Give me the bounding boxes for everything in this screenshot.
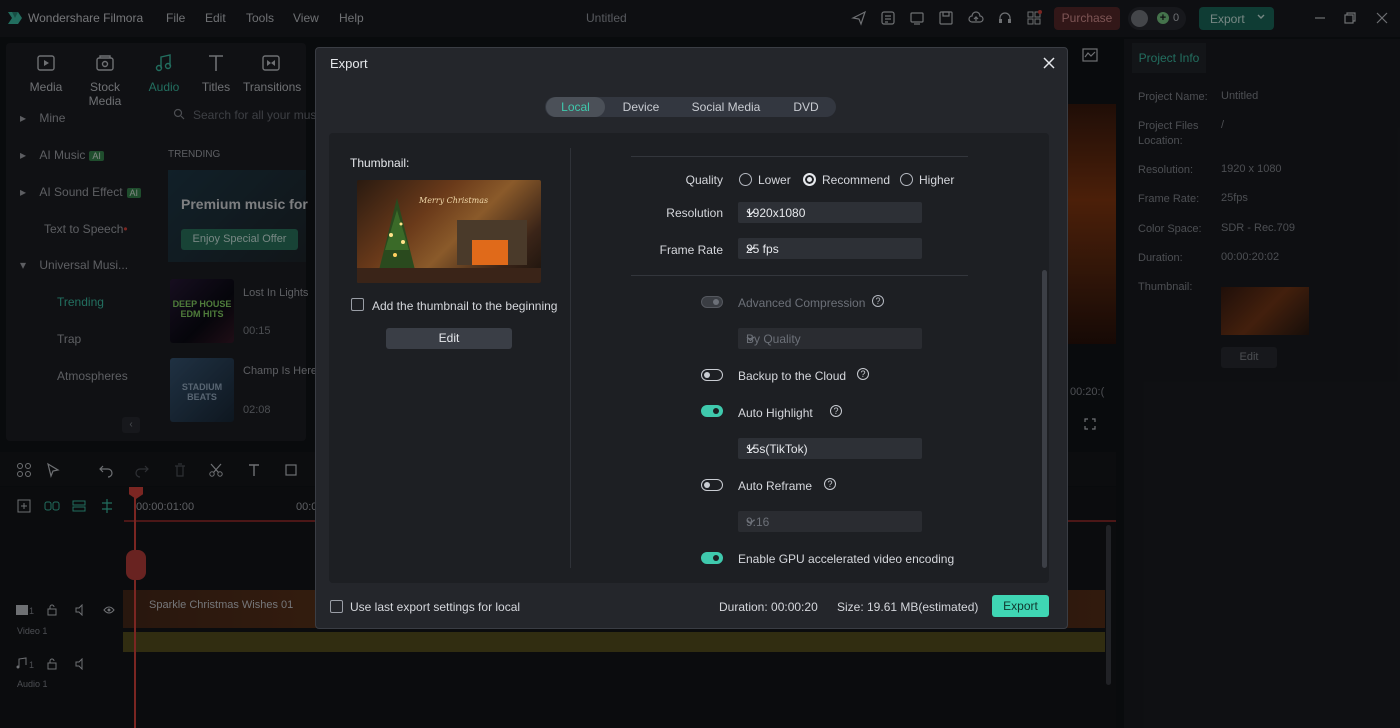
- frame-rate-label: Frame Rate: [659, 243, 723, 257]
- thumbnail-overlay-text: Merry Christmas: [419, 196, 489, 205]
- gpu-encoding-toggle[interactable]: [701, 552, 723, 564]
- tab-local[interactable]: Local: [546, 97, 605, 117]
- auto-reframe-label: Auto Reframe: [738, 479, 813, 493]
- help-icon[interactable]: ?: [824, 478, 836, 490]
- auto-highlight-label: Auto Highlight: [738, 406, 813, 420]
- close-icon[interactable]: [1041, 55, 1057, 71]
- quality-lower-radio[interactable]: [739, 173, 752, 186]
- add-thumbnail-checkbox[interactable]: [351, 298, 364, 311]
- add-thumbnail-label: Add the thumbnail to the beginning: [372, 299, 558, 313]
- advanced-compression-label: Advanced Compression: [738, 296, 866, 310]
- settings-scrollbar[interactable]: [1042, 270, 1047, 568]
- chevron-down-icon: [746, 208, 916, 217]
- chevron-down-icon: [746, 444, 916, 453]
- quality-lower-label[interactable]: Lower: [758, 173, 791, 187]
- resolution-select[interactable]: 1920x1080: [738, 202, 922, 223]
- divider: [570, 148, 571, 568]
- chevron-down-icon: [746, 517, 916, 526]
- tab-social-media[interactable]: Social Media: [683, 97, 769, 117]
- export-duration: Duration: 00:00:20: [719, 600, 818, 614]
- quality-higher-label[interactable]: Higher: [919, 173, 954, 187]
- gpu-encoding-label: Enable GPU accelerated video encoding: [738, 552, 955, 566]
- export-size: Size: 19.61 MB(estimated): [837, 600, 979, 614]
- use-last-settings-label: Use last export settings for local: [350, 600, 521, 614]
- auto-highlight-toggle[interactable]: [701, 405, 723, 417]
- chevron-down-icon: [746, 334, 916, 343]
- thumbnail-heading: Thumbnail:: [350, 156, 410, 170]
- advanced-compression-toggle[interactable]: [701, 296, 723, 308]
- tab-dvd[interactable]: DVD: [778, 97, 834, 117]
- quality-higher-radio[interactable]: [900, 173, 913, 186]
- frame-rate-select[interactable]: 25 fps: [738, 238, 922, 259]
- help-icon[interactable]: ?: [830, 405, 842, 417]
- quality-label: Quality: [685, 173, 723, 187]
- quality-recommend-label[interactable]: Recommend: [822, 173, 890, 187]
- divider: [631, 275, 968, 276]
- quality-recommend-radio[interactable]: [803, 173, 816, 186]
- tab-device[interactable]: Device: [610, 97, 672, 117]
- help-icon[interactable]: ?: [857, 368, 869, 380]
- backup-cloud-label: Backup to the Cloud: [738, 369, 847, 383]
- export-thumbnail[interactable]: Merry Christmas: [357, 180, 541, 283]
- thumbnail-edit-button[interactable]: Edit: [386, 328, 512, 349]
- export-button[interactable]: Export: [992, 595, 1049, 617]
- chevron-down-icon: [746, 244, 916, 253]
- highlight-duration-select[interactable]: 15s(TikTok): [738, 438, 922, 459]
- divider: [631, 156, 968, 157]
- aspect-ratio-select[interactable]: 9:16: [738, 511, 922, 532]
- dialog-title: Export: [330, 56, 368, 71]
- resolution-label: Resolution: [666, 206, 723, 220]
- help-icon[interactable]: ?: [872, 295, 884, 307]
- use-last-settings-checkbox[interactable]: [330, 600, 343, 613]
- compression-mode-select[interactable]: By Quality: [738, 328, 922, 349]
- backup-cloud-toggle[interactable]: [701, 369, 723, 381]
- auto-reframe-toggle[interactable]: [701, 479, 723, 491]
